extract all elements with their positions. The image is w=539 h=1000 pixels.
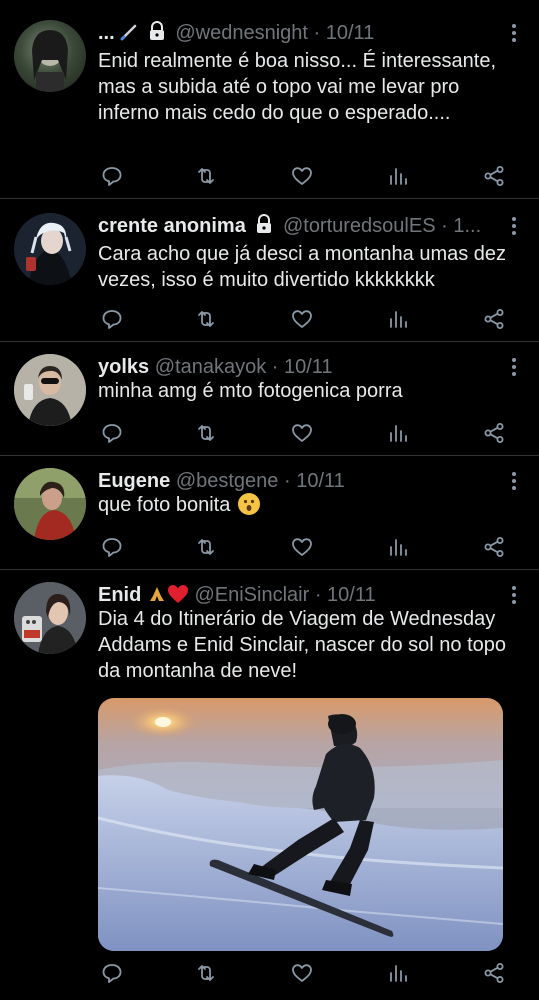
pen-icon — [120, 24, 137, 41]
surprised-face-emoji-icon — [237, 493, 260, 515]
analytics-icon[interactable] — [386, 535, 410, 559]
analytics-icon[interactable] — [386, 164, 410, 188]
user-handle[interactable]: @wednesnight — [175, 22, 308, 44]
share-icon[interactable] — [482, 307, 506, 331]
more-options-icon[interactable] — [511, 217, 517, 237]
praying-hands-icon — [149, 587, 164, 601]
analytics-icon[interactable] — [386, 961, 410, 985]
retweet-icon[interactable] — [194, 961, 218, 985]
avatar[interactable] — [14, 468, 86, 540]
tweet[interactable]: ... @wednesnight · 10/11 Enid realmente … — [0, 6, 539, 199]
display-name[interactable]: ... — [98, 22, 115, 44]
tweet-date[interactable]: · 1... — [441, 215, 481, 237]
tweet-text: Dia 4 do Itinerário de Viagem de Wednesd… — [98, 608, 507, 682]
tweet-header: yolks @tanakayok · 10/11 — [98, 354, 499, 380]
lock-icon — [149, 21, 164, 40]
display-name[interactable]: Enid — [98, 584, 141, 606]
heart-icon[interactable] — [290, 535, 314, 559]
avatar[interactable] — [14, 213, 86, 285]
avatar[interactable] — [14, 354, 86, 426]
tweet-media-image[interactable] — [98, 698, 503, 951]
avatar[interactable] — [14, 20, 86, 92]
more-options-icon[interactable] — [511, 24, 517, 44]
display-name[interactable]: yolks — [98, 356, 149, 378]
heart-icon[interactable] — [290, 961, 314, 985]
tweet-text: Enid realmente é boa nisso... É interess… — [98, 50, 497, 124]
tweet-header: Eugene @bestgene · 10/11 — [98, 468, 499, 494]
tweet-text: minha amg é mto fotogenica porra — [98, 380, 403, 402]
reply-icon[interactable] — [100, 164, 124, 188]
user-handle[interactable]: @EniSinclair — [194, 584, 309, 606]
share-icon[interactable] — [482, 421, 506, 445]
share-icon[interactable] — [482, 961, 506, 985]
tweet-header: Enid @EniSinclair · 10/11 — [98, 582, 499, 608]
tweet-date[interactable]: · 10/11 — [272, 356, 333, 378]
tweet-date[interactable]: · 10/11 — [314, 22, 375, 44]
tweet-actions — [98, 535, 508, 561]
tweet-date[interactable]: · 10/11 — [315, 584, 376, 606]
red-heart-icon — [167, 585, 188, 603]
analytics-icon[interactable] — [386, 307, 410, 331]
more-options-icon[interactable] — [511, 586, 517, 606]
retweet-icon[interactable] — [194, 421, 218, 445]
tweet-text-row: que foto bonita — [98, 492, 511, 518]
display-name[interactable]: crente anonima — [98, 215, 246, 237]
reply-icon[interactable] — [100, 307, 124, 331]
heart-icon[interactable] — [290, 307, 314, 331]
more-options-icon[interactable] — [511, 358, 517, 378]
tweet[interactable]: crente anonima @torturedsoulES · 1... Ca… — [0, 199, 539, 342]
analytics-icon[interactable] — [386, 421, 410, 445]
tweet-actions — [98, 164, 508, 190]
share-icon[interactable] — [482, 164, 506, 188]
tweet[interactable]: yolks @tanakayok · 10/11 minha amg é mto… — [0, 342, 539, 456]
more-options-icon[interactable] — [511, 472, 517, 492]
retweet-icon[interactable] — [194, 307, 218, 331]
retweet-icon[interactable] — [194, 535, 218, 559]
reply-icon[interactable] — [100, 421, 124, 445]
reply-icon[interactable] — [100, 961, 124, 985]
tweet-header: crente anonima @torturedsoulES · 1... — [98, 213, 499, 239]
tweet-actions — [98, 961, 508, 987]
heart-icon[interactable] — [290, 164, 314, 188]
tweet-header: ... @wednesnight · 10/11 — [98, 20, 499, 46]
tweet-actions — [98, 421, 508, 447]
heart-icon[interactable] — [290, 421, 314, 445]
share-icon[interactable] — [482, 535, 506, 559]
tweet-text: Cara acho que já desci a montanha umas d… — [98, 243, 507, 291]
tweet-text: que foto bonita — [98, 494, 231, 516]
user-handle[interactable]: @bestgene — [176, 470, 279, 492]
display-name[interactable]: Eugene — [98, 470, 170, 492]
tweet[interactable]: Eugene @bestgene · 10/11 que foto bonita — [0, 456, 539, 570]
tweet-date[interactable]: · 10/11 — [284, 470, 345, 492]
avatar[interactable] — [14, 582, 86, 654]
tweet-actions — [98, 307, 508, 333]
user-handle[interactable]: @torturedsoulES — [283, 215, 436, 237]
retweet-icon[interactable] — [194, 164, 218, 188]
lock-icon — [257, 214, 272, 233]
reply-icon[interactable] — [100, 535, 124, 559]
user-handle[interactable]: @tanakayok — [155, 356, 266, 378]
